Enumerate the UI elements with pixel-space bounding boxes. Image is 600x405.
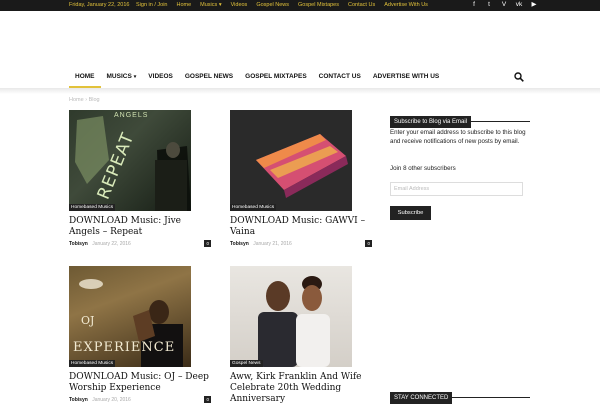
category-badge[interactable]: Homebased Musics — [69, 204, 116, 211]
email-field[interactable]: Email Address — [390, 182, 523, 196]
album-art — [75, 116, 191, 211]
post-meta: Tobisyn January 20, 2016 0 — [69, 396, 211, 403]
twitter-icon[interactable]: t — [485, 1, 493, 9]
top-link-home[interactable]: Home — [177, 2, 192, 8]
top-link-gospel-mixtapes[interactable]: Gospel Mixtapes — [298, 2, 339, 8]
art-title-small: ANGELS — [114, 112, 149, 119]
art-title-small: OJ — [81, 314, 95, 327]
nav-contact-us[interactable]: CONTACT US — [313, 68, 367, 88]
album-art — [256, 134, 348, 198]
top-link-contact-us[interactable]: Contact Us — [348, 2, 375, 8]
sign-in-link[interactable]: Sign in / Join — [136, 2, 168, 8]
stay-connected-title: STAY CONNECTED — [390, 392, 453, 404]
top-link-gospel-news[interactable]: Gospel News — [256, 2, 289, 8]
subscriber-count: Join 8 other subscribers — [390, 165, 456, 172]
post-thumbnail[interactable]: OJ EXPERIENCE Homebased Musics — [69, 266, 191, 367]
social-links: f t V vk ▶ — [470, 1, 538, 9]
subscribe-button[interactable]: Subscribe — [390, 206, 431, 220]
post-title[interactable]: DOWNLOAD Music: Jive Angels – Repeat — [69, 216, 211, 238]
top-link-videos[interactable]: Videos — [231, 2, 248, 8]
vimeo-icon[interactable]: V — [500, 1, 508, 9]
post-meta: Tobisyn January 22, 2016 0 — [69, 240, 211, 247]
youtube-icon[interactable]: ▶ — [530, 1, 538, 9]
nav-gospel-news[interactable]: GOSPEL NEWS — [179, 68, 239, 88]
breadcrumb: Home › Blog — [69, 97, 100, 103]
breadcrumb-separator: › — [85, 97, 88, 103]
post-date: January 21, 2016 — [253, 241, 292, 247]
comment-count[interactable]: 0 — [204, 240, 211, 247]
nav-videos[interactable]: VIDEOS — [142, 68, 179, 88]
nav-divider — [0, 88, 600, 94]
main-nav: HOME MUSICS ▾ VIDEOS GOSPEL NEWS GOSPEL M… — [69, 68, 445, 88]
vk-icon[interactable]: vk — [515, 1, 523, 9]
nav-home[interactable]: HOME — [69, 68, 101, 88]
post-thumbnail[interactable]: Homebased Musics — [230, 110, 352, 211]
category-badge[interactable]: Homebased Musics — [230, 204, 277, 211]
breadcrumb-current: Blog — [88, 97, 100, 103]
nav-musics-label: MUSICS — [106, 73, 132, 80]
facebook-icon[interactable]: f — [470, 1, 478, 9]
post-title[interactable]: DOWNLOAD Music: GAWVI – Vaina — [230, 216, 372, 238]
nav-advertise[interactable]: ADVERTISE WITH US — [367, 68, 445, 88]
post-author[interactable]: Tobisyn — [69, 241, 88, 247]
chevron-down-icon: ▾ — [218, 2, 222, 8]
post-date: January 20, 2016 — [92, 397, 131, 403]
top-link-advertise[interactable]: Advertise With Us — [384, 2, 428, 8]
current-date: Friday, January 22, 2016 — [69, 2, 130, 8]
subscribe-widget-header: Subscribe to Blog via Email — [390, 110, 530, 128]
top-link-musics[interactable]: Musics ▾ — [200, 2, 221, 8]
post-author[interactable]: Tobisyn — [69, 397, 88, 403]
post-title[interactable]: DOWNLOAD Music: OJ – Deep Worship Experi… — [69, 372, 211, 394]
subscribe-description: Enter your email address to subscribe to… — [390, 129, 526, 145]
post-meta: Tobisyn January 21, 2016 0 — [230, 240, 372, 247]
nav-gospel-mixtapes[interactable]: GOSPEL MIXTAPES — [239, 68, 313, 88]
category-badge[interactable]: Gospel News — [230, 360, 263, 367]
post-thumbnail[interactable]: ANGELS REPEAT Homebased Musics — [69, 110, 191, 211]
stay-connected-header: STAY CONNECTED — [390, 386, 530, 404]
art-title: EXPERIENCE — [73, 340, 176, 355]
search-icon[interactable] — [514, 72, 524, 82]
post-author[interactable]: Tobisyn — [230, 241, 249, 247]
photo — [258, 276, 330, 367]
top-links: Sign in / Join Home Musics ▾ Videos Gosp… — [136, 2, 428, 8]
post-date: January 22, 2016 — [92, 241, 131, 247]
chevron-down-icon: ▾ — [133, 74, 137, 80]
subscribe-widget-title: Subscribe to Blog via Email — [390, 116, 472, 128]
category-badge[interactable]: Homebased Musics — [69, 360, 116, 367]
comment-count[interactable]: 0 — [365, 240, 372, 247]
post-thumbnail[interactable]: Gospel News — [230, 266, 352, 367]
top-link-musics-label: Musics — [200, 2, 218, 8]
top-bar: Friday, January 22, 2016 Sign in / Join … — [0, 0, 600, 11]
breadcrumb-home[interactable]: Home — [69, 97, 84, 103]
post-title[interactable]: Aww, Kirk Franklin And Wife Celebrate 20… — [230, 372, 372, 405]
nav-musics[interactable]: MUSICS ▾ — [101, 68, 143, 88]
